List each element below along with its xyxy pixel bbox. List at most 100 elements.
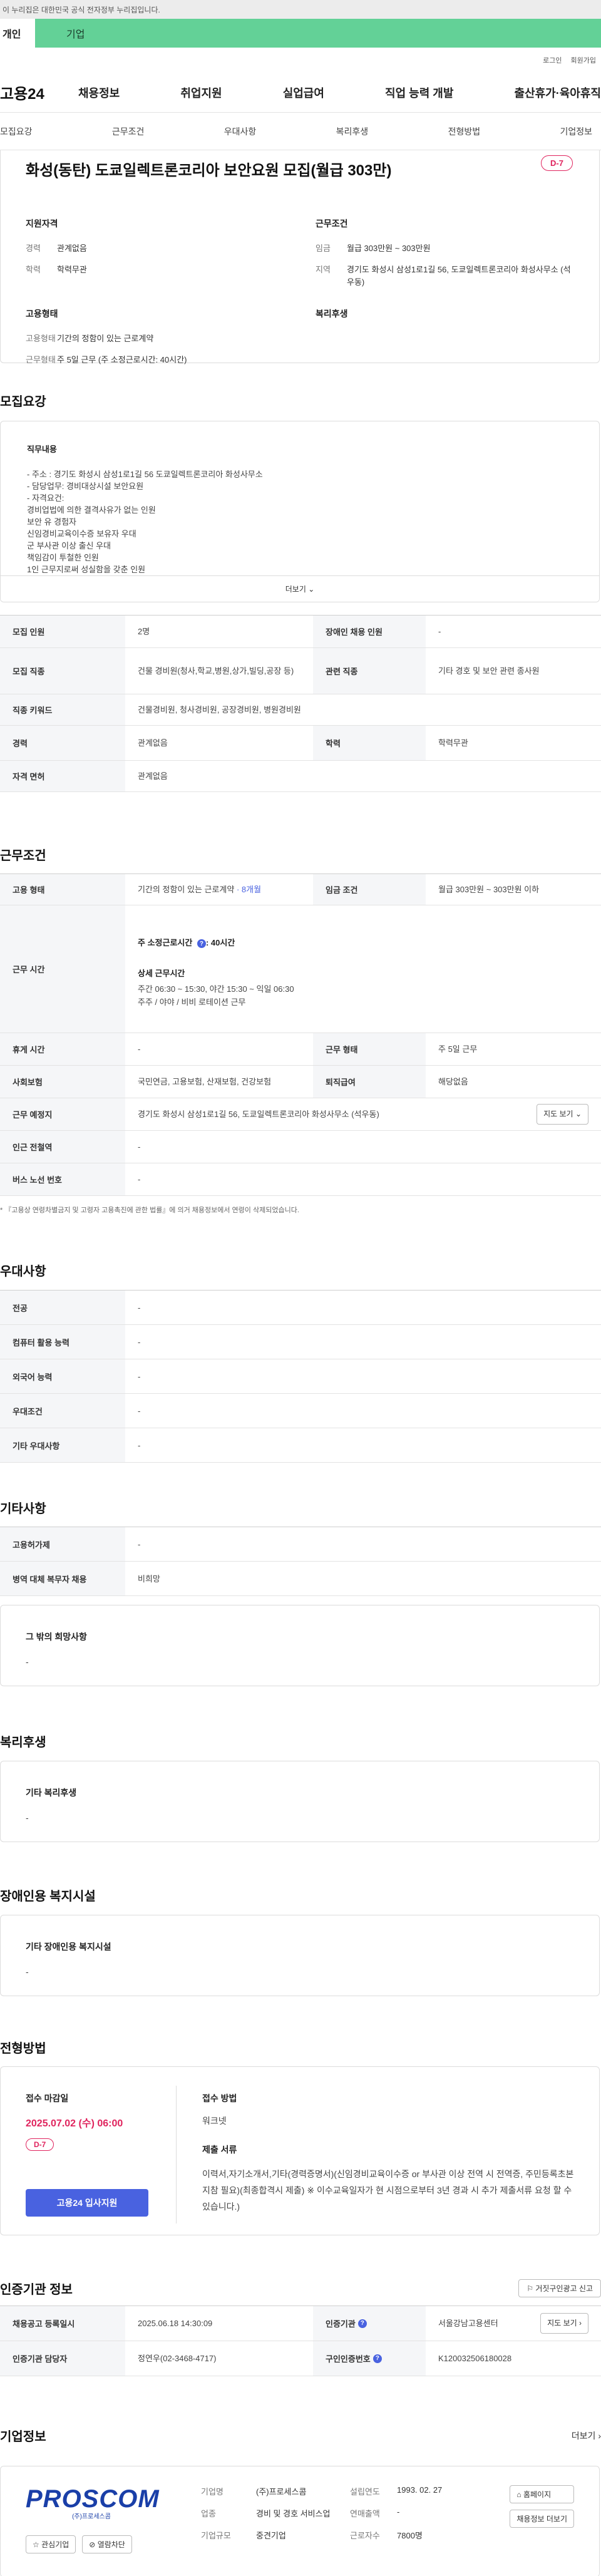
emp-months: · 8개월 bbox=[236, 885, 262, 894]
cert-org-value: 서울강남고용센터 지도 보기 › bbox=[426, 2313, 601, 2334]
license-label: 자격 면허 bbox=[0, 761, 125, 791]
hours-detail-label: 상세 근무시간 bbox=[138, 968, 185, 978]
career-label: 경력 bbox=[0, 726, 125, 760]
company-jobs-button[interactable]: 채용정보 더보기 bbox=[510, 2510, 574, 2528]
table-row: 경력 관계없음 학력 학력무관 bbox=[0, 726, 601, 761]
edu-label: 학력 bbox=[313, 726, 426, 760]
conditions-table: 고용 형태 기간의 정함이 있는 근로계약 · 8개월 임금 조건 월급 303… bbox=[0, 873, 601, 1196]
table-row: 우대조건 - bbox=[0, 1394, 601, 1428]
apply-right: 접수 방법 워크넷 제출 서류 이력서,자기소개서,기타(경력증명서)(신임경비… bbox=[202, 2092, 578, 2215]
gnb-item-support[interactable]: 취업지원 bbox=[180, 85, 222, 101]
homepage-button[interactable]: ⌂ 홈페이지 bbox=[510, 2485, 574, 2503]
cert-no-value: K120032506180028 bbox=[438, 2354, 512, 2363]
login-link[interactable]: 로그인 bbox=[543, 55, 562, 65]
company-right-buttons: ⌂ 홈페이지 채용정보 더보기 bbox=[510, 2485, 574, 2528]
headcount-value: 2명 bbox=[138, 627, 150, 636]
anchor-welfare[interactable]: 복리후생 bbox=[336, 125, 369, 138]
gnb-item-jobs[interactable]: 채용정보 bbox=[78, 85, 120, 101]
home-icon: ⌂ bbox=[516, 2490, 521, 2499]
duty-line: 책임감이 투철한 인원 bbox=[27, 553, 99, 562]
cert-map-button[interactable]: 지도 보기 › bbox=[540, 2313, 588, 2334]
tab-corporate[interactable]: 기업 bbox=[35, 19, 601, 48]
hours-detail-2: 주주 / 야야 / 비비 로테이션 근무 bbox=[138, 997, 246, 1007]
job-label: 모집 직종 bbox=[0, 648, 125, 694]
anchor-nav: 모집요강 근무조건 우대사항 복리후생 전형방법 기업정보 bbox=[0, 113, 601, 150]
job-value: 건물 경비원(청사,학교,병원,상가,빌딩,공장 등) bbox=[138, 666, 294, 676]
duty-more-button[interactable]: 더보기 ⌄ bbox=[1, 575, 599, 602]
company-more-link[interactable]: 더보기 › bbox=[572, 2429, 601, 2442]
rest-label: 휴게 시간 bbox=[0, 1033, 125, 1065]
table-row: 직종 키워드 건물경비원, 청사경비원, 공장경비원, 병원경비원 bbox=[0, 694, 601, 726]
military-value: 비희망 bbox=[138, 1574, 160, 1584]
employment-heading: 고용형태 bbox=[26, 309, 58, 319]
headcount-label: 모집 인원 bbox=[0, 616, 125, 647]
cert-map-label: 지도 보기 bbox=[547, 2319, 577, 2327]
deadline-value: 2025.07.02 (수) 06:00 bbox=[26, 2118, 123, 2129]
anchor-company[interactable]: 기업정보 bbox=[560, 125, 592, 138]
worktype-value: 주 5일 근무 bbox=[438, 1044, 478, 1054]
hours-weekly: 주 소정근로시간 ?: 40시간 bbox=[138, 936, 588, 949]
computer-label: 컴퓨터 활용 능력 bbox=[0, 1325, 125, 1359]
page: 이 누리집은 대한민국 공식 전자정부 누리집입니다. 개인 기업 로그인 회원… bbox=[0, 0, 601, 2576]
company-found-label: 설립연도 bbox=[350, 2487, 380, 2496]
company-sales-value: - bbox=[397, 2507, 400, 2517]
anchor-selection[interactable]: 전형방법 bbox=[448, 125, 481, 138]
company-industry-value: 경비 및 경호 서비스업 bbox=[256, 2509, 331, 2518]
apply-button[interactable]: 고용24 입사지원 bbox=[26, 2189, 148, 2217]
sum-worktype-label: 근무형태 bbox=[26, 355, 56, 364]
info-icon[interactable]: ? bbox=[357, 2319, 367, 2328]
signup-link[interactable]: 회원가입 bbox=[571, 55, 596, 65]
anchor-conditions[interactable]: 근무조건 bbox=[112, 125, 145, 138]
lang-label: 외국어 능력 bbox=[0, 1359, 125, 1393]
company-card: PROSCOM (주)프로세스콤 ☆ 관심기업 ⊘ 열람차단 기업명 (주)프로… bbox=[0, 2466, 600, 2576]
pref-cond-label: 우대조건 bbox=[0, 1394, 125, 1428]
company-action-buttons: ☆ 관심기업 ⊘ 열람차단 bbox=[26, 2535, 132, 2553]
report-fake-button[interactable]: ⚐ 거짓구인광고 신고 bbox=[518, 2279, 601, 2297]
sum-edu-value: 학력무관 bbox=[57, 265, 87, 274]
etc-wish-value: - bbox=[26, 1657, 29, 1667]
company-sales-label: 연매출액 bbox=[350, 2509, 380, 2518]
company-industry-label: 업종 bbox=[201, 2509, 216, 2518]
duty-line: 군 부사관 이상 출신 우대 bbox=[27, 541, 111, 550]
section-cert-title: 인증기관 정보 bbox=[0, 2283, 73, 2297]
license-value: 관계없음 bbox=[138, 771, 168, 781]
pref-cond-value: - bbox=[138, 1406, 141, 1416]
sum-career-value: 관계없음 bbox=[57, 244, 87, 253]
gov-banner-text: 이 누리집은 대한민국 공식 전자정부 누리집입니다. bbox=[3, 5, 160, 14]
pay-value: 월급 303만원 ~ 303만원 이하 bbox=[438, 885, 540, 894]
global-nav: 고용24 채용정보 취업지원 실업급여 직업 능력 개발 출산휴가·육아휴직 bbox=[0, 73, 601, 113]
worktype-label: 근무 형태 bbox=[313, 1033, 426, 1065]
gnb-item-unemployment[interactable]: 실업급여 bbox=[283, 85, 324, 101]
disability-card: 기타 장애인용 복지시설 - bbox=[0, 1915, 600, 1996]
info-icon[interactable]: ? bbox=[372, 2354, 382, 2363]
duty-label: 직무내용 bbox=[27, 445, 57, 454]
condition-block: 근무조건 임금 월급 303만원 ~ 303만원 지역 경기도 화성시 삼성1로1길… bbox=[316, 217, 574, 297]
block-company-button[interactable]: ⊘ 열람차단 bbox=[82, 2535, 132, 2553]
company-size-label: 기업규모 bbox=[201, 2531, 231, 2540]
keyword-value: 건물경비원, 청사경비원, 공장경비원, 병원경비원 bbox=[138, 705, 301, 714]
info-icon[interactable]: ? bbox=[197, 939, 206, 948]
anchor-recruit[interactable]: 모집요강 bbox=[0, 125, 33, 138]
cert-no-label: 구인인증번호? bbox=[313, 2341, 426, 2376]
major-value: - bbox=[138, 1302, 141, 1312]
company-logo: PROSCOM (주)프로세스콤 bbox=[26, 2485, 159, 2529]
bus-label: 버스 노선 번호 bbox=[0, 1163, 125, 1195]
duty-more-label: 더보기 bbox=[285, 585, 306, 594]
table-row: 모집 인원 2명 장애인 채용 인원 - bbox=[0, 616, 601, 648]
duty-line: - 담당업무: 경비대상시설 보안요원 bbox=[27, 482, 144, 491]
anchor-preference[interactable]: 우대사항 bbox=[224, 125, 257, 138]
homepage-label: 홈페이지 bbox=[523, 2490, 552, 2499]
place-map-button[interactable]: 지도 보기 ⌄ bbox=[537, 1104, 588, 1125]
tab-personal[interactable]: 개인 bbox=[0, 19, 35, 48]
favorite-company-button[interactable]: ☆ 관심기업 bbox=[26, 2535, 76, 2553]
docs-label: 제출 서류 bbox=[202, 2145, 237, 2155]
company-size-value: 중견기업 bbox=[256, 2531, 286, 2540]
company-info-grid: 기업명 (주)프로세스콤 설립연도 1993. 02. 27 업종 경비 및 경… bbox=[201, 2485, 478, 2541]
emp-type-value: 기간의 정함이 있는 근로계약 · 8개월 bbox=[125, 883, 313, 896]
computer-value: - bbox=[138, 1337, 141, 1347]
site-logo[interactable]: 고용24 bbox=[0, 81, 78, 103]
company-staff-label: 근로자수 bbox=[350, 2531, 380, 2540]
gnb-item-training[interactable]: 직업 능력 개발 bbox=[385, 85, 453, 101]
gnb-item-leave[interactable]: 출산휴가·육아휴직 bbox=[515, 85, 601, 101]
report-fake-label: 거짓구인광고 신고 bbox=[535, 2284, 593, 2293]
